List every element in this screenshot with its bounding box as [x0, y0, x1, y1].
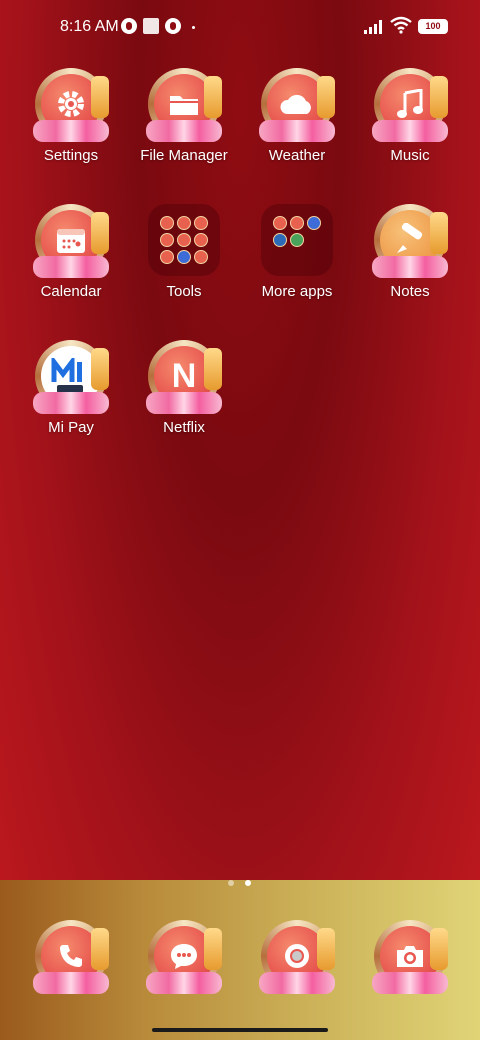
folder-more-apps[interactable]: More apps [241, 204, 353, 324]
app-label: Notes [390, 283, 430, 300]
folder-grid-icon [148, 204, 220, 276]
status-bar: 8:16 AM 100 [0, 0, 480, 56]
notes-icon-frame [372, 204, 448, 278]
calendar-icon-frame [33, 204, 109, 278]
folder-label: Tools [166, 283, 202, 300]
app-weather[interactable]: Weather [241, 68, 353, 188]
folder-grid-icon [261, 204, 333, 276]
app-settings[interactable]: Settings [15, 68, 127, 188]
music-icon-frame [372, 68, 448, 142]
dock-phone[interactable] [33, 920, 109, 994]
app-netflix[interactable]: N Netflix [128, 340, 240, 460]
more-notifications-dot-icon [192, 26, 195, 29]
app-music[interactable]: Music [354, 68, 466, 188]
folder-tools[interactable]: Tools [128, 204, 240, 324]
dock-browser[interactable] [259, 920, 335, 994]
netflix-glyph: N [171, 356, 197, 395]
app-label: File Manager [140, 147, 228, 164]
dock-camera[interactable] [372, 920, 448, 994]
app-label: Weather [268, 147, 326, 164]
app-calendar[interactable]: Calendar [15, 204, 127, 324]
app-label: Calendar [40, 283, 102, 300]
signal-icon [364, 20, 382, 34]
file-manager-icon-frame [146, 68, 222, 142]
app-mi-pay[interactable]: Mi Pay [15, 340, 127, 460]
status-time: 8:16 AM [60, 18, 119, 35]
app-label: Netflix [163, 419, 205, 436]
mi-pay-icon-frame [33, 340, 109, 414]
dock-messages[interactable] [146, 920, 222, 994]
app-notes[interactable]: Notes [354, 204, 466, 324]
page-indicator-dot-active[interactable] [245, 880, 251, 886]
app-file-manager[interactable]: File Manager [128, 68, 240, 188]
settings-icon-frame [33, 68, 109, 142]
home-gesture-bar[interactable] [152, 1028, 328, 1032]
wifi-icon [390, 16, 412, 34]
notification-icon [121, 18, 137, 34]
battery-icon: 100 [418, 19, 448, 34]
app-label: Music [390, 147, 430, 164]
notification-icon [165, 18, 181, 34]
square-notification-icon [143, 18, 159, 34]
netflix-icon-frame: N [146, 340, 222, 414]
weather-icon-frame [259, 68, 335, 142]
page-indicator-dot[interactable] [228, 880, 234, 886]
app-label: Mi Pay [48, 419, 94, 436]
folder-label: More apps [261, 283, 333, 300]
app-label: Settings [43, 147, 99, 164]
